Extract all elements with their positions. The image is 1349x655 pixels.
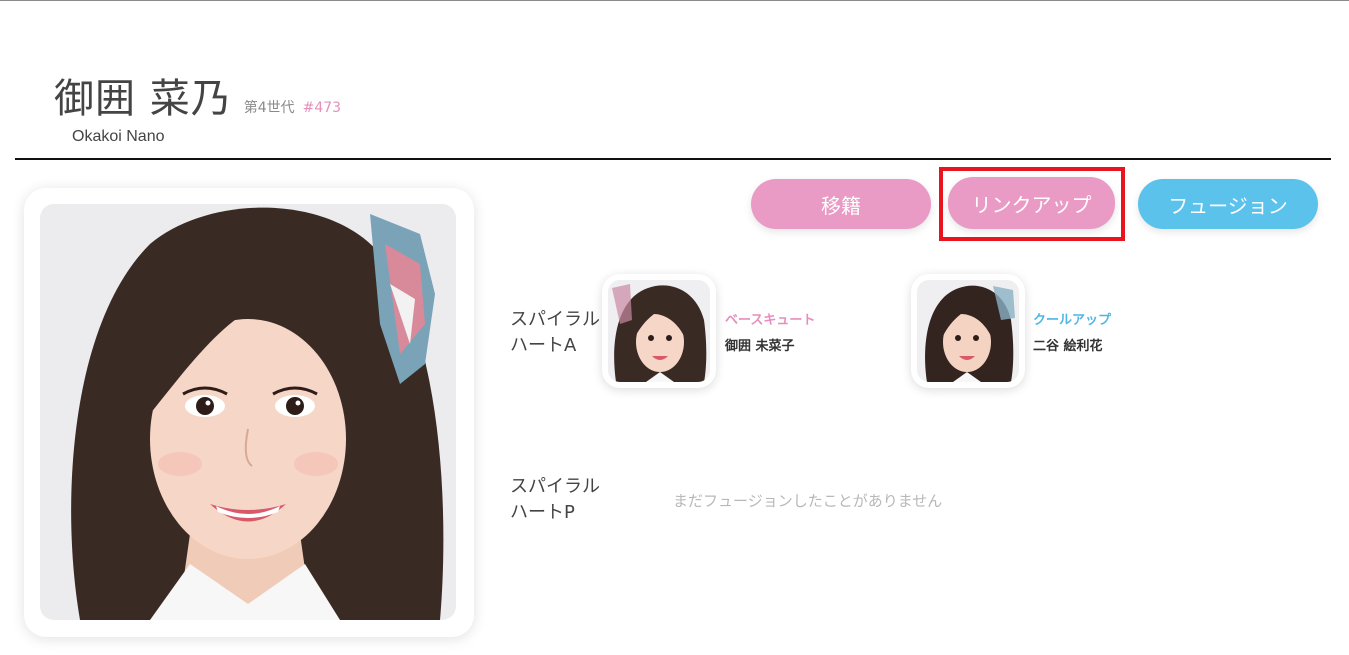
partner-type-2: クールアップ	[1033, 313, 1112, 328]
highlight-box	[939, 167, 1125, 241]
spiral-heart-a-label: スパイラル ハートA	[510, 307, 600, 359]
generation-label: 第4世代	[243, 100, 295, 116]
partner-photo-2	[917, 280, 1019, 382]
top-divider	[0, 0, 1349, 1]
member-number: #473	[302, 100, 342, 116]
label-line: ハートP	[510, 502, 575, 523]
label-line: ハートA	[510, 335, 577, 356]
partner-name-2[interactable]: 二谷 絵利花	[1033, 335, 1103, 354]
partner-card-2[interactable]	[911, 274, 1025, 388]
partner-card-1[interactable]	[602, 274, 716, 388]
member-photo	[40, 204, 456, 620]
partner-photo-1	[608, 280, 710, 382]
member-name: 御囲 菜乃	[54, 76, 232, 122]
partner-type-1: ベースキュート	[725, 313, 816, 328]
member-romaji: Okakoi Nano	[72, 128, 165, 145]
transfer-button[interactable]: 移籍	[751, 179, 931, 229]
label-line: スパイラル	[510, 309, 600, 330]
main-portrait-card	[24, 188, 474, 637]
name-row: 御囲 菜乃 第4世代 #473	[54, 66, 341, 124]
partner-name-1[interactable]: 御囲 未菜子	[725, 335, 795, 354]
spiral-heart-p-label: スパイラル ハートP	[510, 474, 600, 526]
profile-header: 御囲 菜乃 第4世代 #473 Okakoi Nano	[54, 66, 341, 145]
header-divider	[15, 158, 1331, 160]
no-fusion-message: まだフュージョンしたことがありません	[673, 492, 943, 510]
label-line: スパイラル	[510, 476, 600, 497]
fusion-button[interactable]: フュージョン	[1138, 179, 1318, 229]
